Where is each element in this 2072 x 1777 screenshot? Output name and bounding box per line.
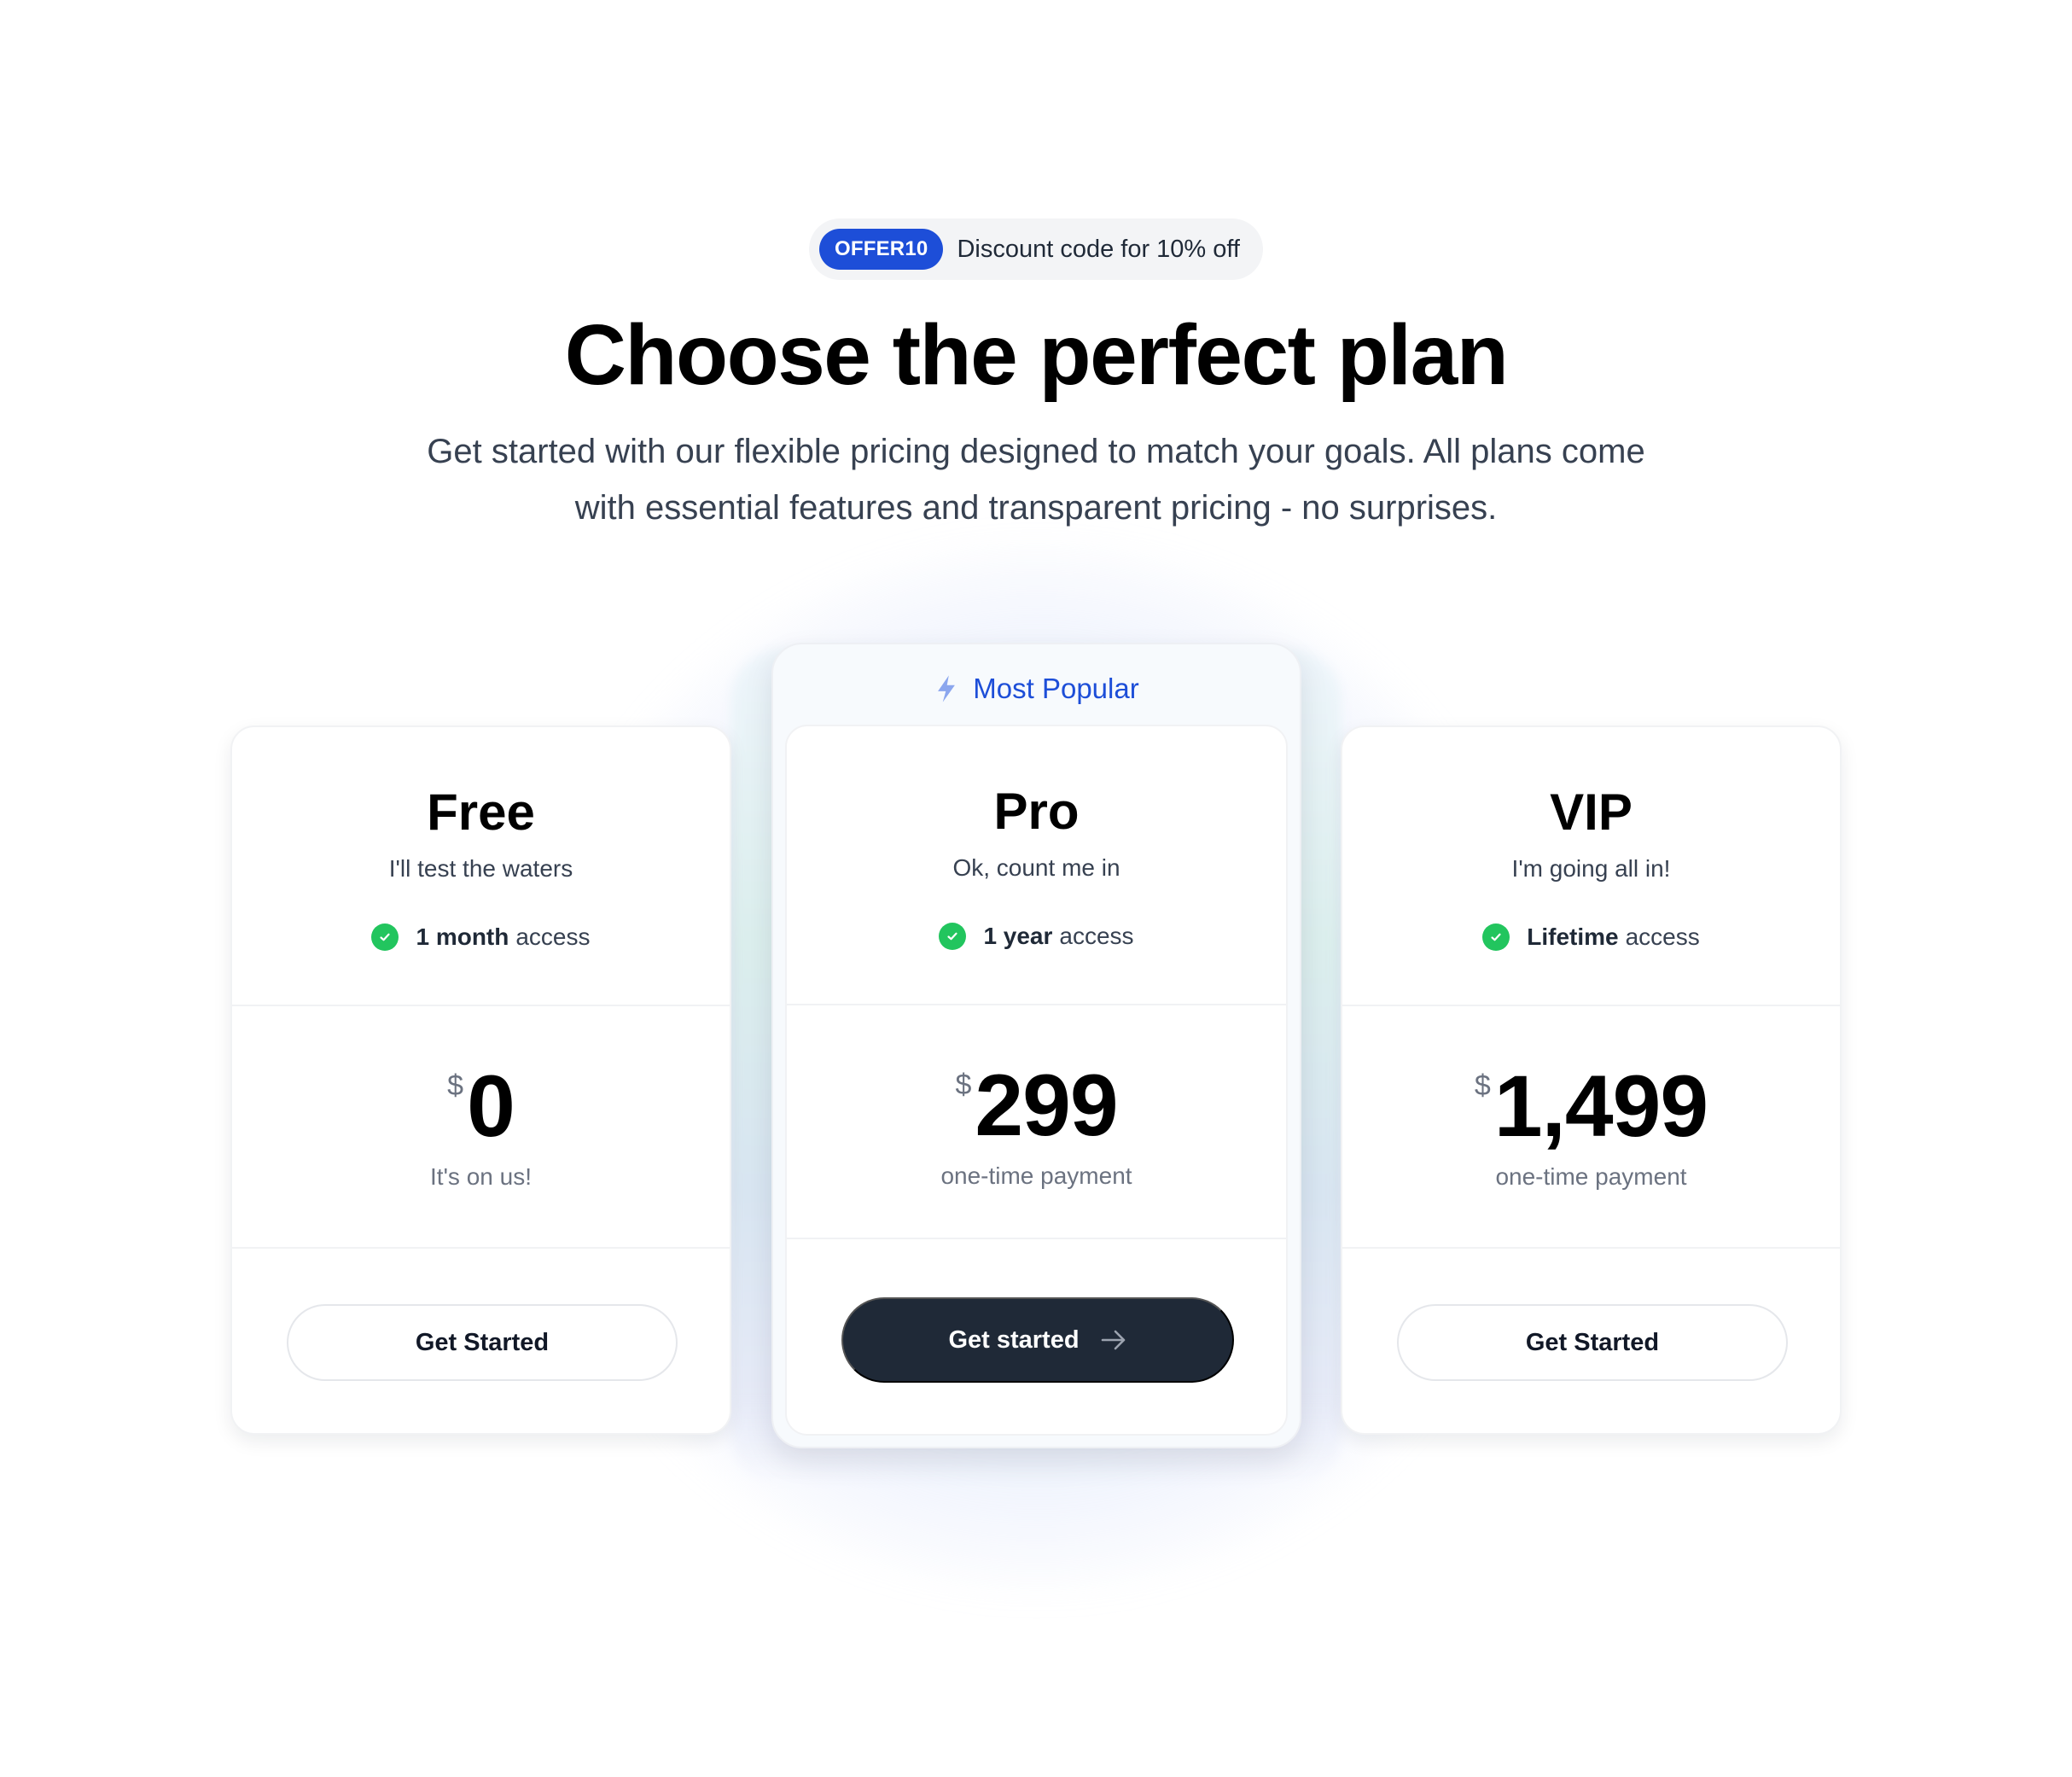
get-started-button-free[interactable]: Get Started <box>287 1304 678 1381</box>
lightning-bolt-icon <box>938 675 956 702</box>
check-circle-icon <box>371 923 399 951</box>
discount-banner: OFFER10 Discount code for 10% off <box>809 218 1263 280</box>
feature-label: access <box>1625 923 1700 950</box>
feature-duration: 1 year <box>983 923 1053 949</box>
arrow-right-icon <box>1101 1330 1125 1350</box>
plan-header: VIP I'm going all in! Lifetime access <box>1342 727 1840 1006</box>
price-note: It's on us! <box>430 1163 532 1190</box>
feature-label: access <box>515 923 591 950</box>
plan-header: Pro Ok, count me in 1 year access <box>787 726 1286 1005</box>
check-circle-icon <box>1482 923 1510 951</box>
page-title: Choose the perfect plan <box>564 307 1509 403</box>
price-note: one-time payment <box>940 1162 1132 1189</box>
plan-tagline: Ok, count me in <box>952 854 1120 881</box>
plan-feature: Lifetime access <box>1342 920 1840 954</box>
feature-duration: Lifetime <box>1527 923 1619 950</box>
most-popular-label: Most Popular <box>973 673 1139 704</box>
currency-symbol: $ <box>447 1069 464 1102</box>
currency-symbol: $ <box>955 1069 972 1101</box>
plan-name: VIP <box>1550 784 1633 841</box>
plan-card-pro: Pro Ok, count me in 1 year access $ 299 … <box>785 725 1288 1436</box>
get-started-label: Get started <box>948 1325 1080 1354</box>
get-started-button-vip[interactable]: Get Started <box>1397 1304 1788 1381</box>
price-amount: 0 <box>467 1057 515 1155</box>
price-amount: 299 <box>975 1057 1118 1154</box>
discount-banner-text: Discount code for 10% off <box>957 235 1240 263</box>
plan-tagline: I'm going all in! <box>1511 855 1671 882</box>
plan-header: Free I'll test the waters 1 month access <box>232 727 730 1006</box>
discount-code-badge: OFFER10 <box>819 229 944 270</box>
price: $ 299 <box>787 1058 1286 1152</box>
page-subtitle: Get started with our flexible pricing de… <box>427 433 1645 527</box>
plan-tagline: I'll test the waters <box>388 855 573 882</box>
currency-symbol: $ <box>1474 1069 1491 1102</box>
plan-card-vip: VIP I'm going all in! Lifetime access $ … <box>1341 725 1842 1435</box>
price-amount: 1,499 <box>1493 1057 1708 1155</box>
plan-price-section: $ 1,499 one-time payment <box>1342 1006 1840 1249</box>
price: $ 0 <box>232 1059 730 1153</box>
price: $ 1,499 <box>1342 1059 1840 1153</box>
plan-name: Pro <box>993 783 1080 840</box>
plan-feature: 1 year access <box>787 919 1286 953</box>
plan-price-section: $ 0 It's on us! <box>232 1006 730 1249</box>
feature-label: access <box>1059 923 1134 949</box>
price-note: one-time payment <box>1495 1163 1687 1190</box>
plan-price-section: $ 299 one-time payment <box>787 1005 1286 1239</box>
get-started-button-pro[interactable]: Get started <box>841 1297 1234 1383</box>
plan-card-pro-highlight: Most Popular Pro Ok, count me in 1 year … <box>771 643 1301 1448</box>
check-circle-icon <box>939 923 967 950</box>
most-popular-badge: Most Popular <box>773 670 1300 708</box>
plan-name: Free <box>427 784 535 841</box>
feature-duration: 1 month <box>416 923 509 950</box>
plan-card-free: Free I'll test the waters 1 month access… <box>230 725 731 1435</box>
pricing-page: OFFER10 Discount code for 10% off Choose… <box>0 0 2072 1777</box>
plan-feature: 1 month access <box>232 920 730 954</box>
